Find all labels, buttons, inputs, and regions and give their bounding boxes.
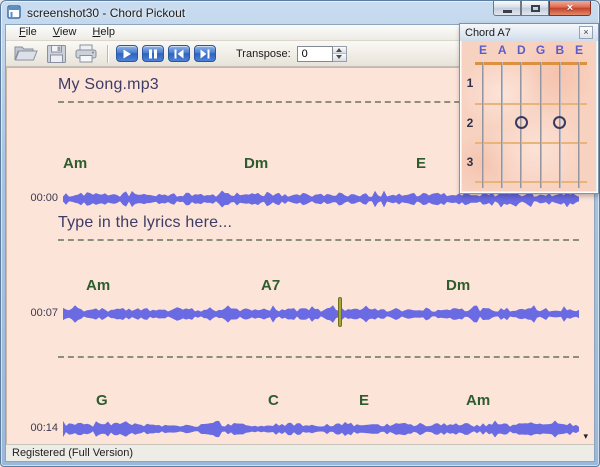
lyric-line[interactable]: My Song.mp3 <box>58 76 159 94</box>
string-label: G <box>534 43 548 57</box>
fret-number: 2 <box>463 116 477 130</box>
skip-back-icon <box>174 49 184 59</box>
timestamp: 00:00 <box>14 192 58 204</box>
lyric-underline <box>58 356 579 358</box>
chord-popup-window[interactable]: Chord A7 × EADGBE123 <box>459 23 599 194</box>
string <box>578 62 580 188</box>
timestamp: 00:14 <box>14 422 58 434</box>
app-icon <box>7 5 22 20</box>
transpose-input[interactable] <box>297 46 333 62</box>
chord-popup-close-icon: × <box>583 28 588 37</box>
nut <box>475 62 587 65</box>
maximize-button[interactable] <box>521 1 549 16</box>
chord-label[interactable]: C <box>268 392 279 409</box>
chord-popup-titlebar[interactable]: Chord A7 × <box>460 24 598 41</box>
window-controls: × <box>493 1 591 16</box>
string-label: E <box>476 43 490 57</box>
timestamp: 00:07 <box>14 307 58 319</box>
waveform[interactable] <box>63 418 579 440</box>
menu-item-help[interactable]: Help <box>84 25 123 40</box>
string-label: B <box>553 43 567 57</box>
chord-label[interactable]: Am <box>63 155 87 172</box>
chord-label[interactable]: Dm <box>244 155 268 172</box>
title-bar[interactable]: screenshot30 - Chord Pickout × <box>1 1 599 24</box>
string <box>482 62 484 188</box>
status-bar: Registered (Full Version) <box>6 444 594 461</box>
save-button[interactable] <box>41 42 71 65</box>
next-button[interactable] <box>194 45 216 62</box>
lyric-line[interactable]: Type in the lyrics here... <box>58 214 232 232</box>
close-icon: × <box>567 2 573 14</box>
skip-forward-icon <box>200 49 210 59</box>
waveform[interactable] <box>63 303 579 325</box>
pause-button[interactable] <box>142 45 164 62</box>
menu-item-file[interactable]: File <box>11 25 45 40</box>
chord-popup-close-button[interactable]: × <box>579 26 593 39</box>
minimize-icon <box>503 10 512 13</box>
previous-button[interactable] <box>168 45 190 62</box>
string-label: E <box>572 43 586 57</box>
spinner-down-button[interactable] <box>333 54 346 61</box>
play-button[interactable] <box>116 45 138 62</box>
chord-label[interactable]: Am <box>466 392 490 409</box>
status-text: Registered (Full Version) <box>12 447 133 459</box>
fret-number: 1 <box>463 76 477 90</box>
lyric-underline <box>58 239 579 241</box>
string <box>501 62 503 188</box>
minimize-button[interactable] <box>493 1 521 16</box>
app-window: screenshot30 - Chord Pickout × FileViewH… <box>0 0 600 467</box>
down-arrow-icon <box>336 55 342 59</box>
save-icon <box>46 44 67 64</box>
close-button[interactable]: × <box>549 1 591 16</box>
fret-wire <box>475 103 587 105</box>
chord-label[interactable]: A7 <box>261 277 280 294</box>
pause-icon <box>148 49 158 59</box>
chord-label[interactable]: E <box>416 155 426 172</box>
chord-diagram: EADGBE123 <box>462 41 596 191</box>
maximize-icon <box>531 5 540 12</box>
chord-label[interactable]: G <box>96 392 108 409</box>
playhead-cursor[interactable] <box>338 297 342 327</box>
play-icon <box>122 49 132 59</box>
transpose-spinner <box>333 46 347 62</box>
chord-popup-title: Chord A7 <box>465 27 511 39</box>
fret-wire <box>475 181 587 183</box>
finger-position-marker <box>553 116 566 129</box>
spinner-up-button[interactable] <box>333 47 346 55</box>
chord-label[interactable]: E <box>359 392 369 409</box>
string-label: A <box>495 43 509 57</box>
string <box>540 62 542 188</box>
window-title: screenshot30 - Chord Pickout <box>27 6 185 20</box>
printer-icon <box>74 44 98 64</box>
scroll-down-arrow[interactable]: ▾ <box>583 432 588 441</box>
chord-label[interactable]: Am <box>86 277 110 294</box>
open-folder-icon <box>13 44 39 64</box>
string-label: D <box>514 43 528 57</box>
print-button[interactable] <box>71 42 101 65</box>
fret-wire <box>475 142 587 144</box>
transpose-label: Transpose: <box>236 48 291 60</box>
toolbar-separator <box>107 45 108 63</box>
open-button[interactable] <box>11 42 41 65</box>
fret-number: 3 <box>463 155 477 169</box>
chord-label[interactable]: Dm <box>446 277 470 294</box>
menu-item-view[interactable]: View <box>45 25 85 40</box>
up-arrow-icon <box>336 48 342 52</box>
finger-position-marker <box>515 116 528 129</box>
